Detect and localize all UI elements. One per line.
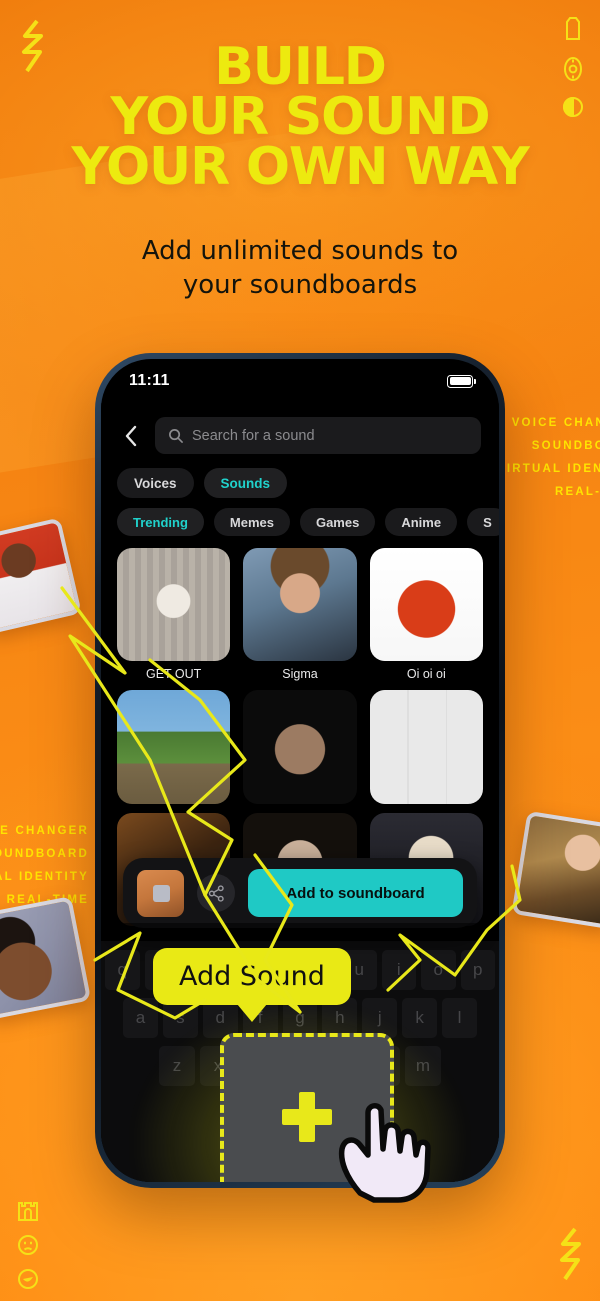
keyword: VOICE CHANGER	[0, 825, 89, 837]
lightning-bolt-icon	[556, 1226, 586, 1287]
sound-thumbnail	[117, 690, 231, 804]
sound-tile[interactable]	[117, 690, 231, 804]
search-placeholder: Search for a sound	[192, 427, 315, 444]
keyword: REAL-TIME	[555, 486, 600, 498]
headline: BUILD YOUR SOUND YOUR OWN WAY	[0, 37, 600, 197]
add-to-soundboard-button[interactable]: Add to soundboard	[248, 869, 463, 917]
search-row: Search for a sound	[101, 403, 499, 454]
status-bar: 11:11	[101, 359, 499, 403]
bottom-left-icon-stack	[16, 1196, 40, 1290]
back-chevron-icon[interactable]	[117, 423, 143, 449]
sound-thumbnail	[369, 690, 483, 804]
keyword: SOUNDBOARD	[531, 440, 600, 452]
photo-art	[0, 900, 87, 1016]
add-to-soundboard-bar: Add to soundboard	[123, 858, 477, 928]
keyword: VOICE CHANGER	[511, 417, 600, 429]
tab-more[interactable]: S	[467, 508, 499, 536]
sound-tile[interactable]: GET OUT	[117, 548, 231, 682]
headline-line-1: BUILD	[214, 37, 387, 97]
sound-tile[interactable]: Sigma	[243, 548, 357, 682]
battery-tag-icon	[566, 17, 580, 40]
sound-tile-label: GET OUT	[145, 667, 202, 682]
sound-thumbnail	[243, 548, 357, 662]
sound-thumbnail	[243, 690, 357, 804]
keyword: SOUNDBOARD	[0, 848, 89, 860]
keyword: VIRTUAL IDENTITY	[497, 463, 600, 475]
sound-tile[interactable]	[243, 690, 357, 804]
tab-anime[interactable]: Anime	[385, 508, 458, 536]
tab-voices[interactable]: Voices	[117, 468, 194, 498]
floating-meme-photo	[511, 810, 600, 930]
share-icon[interactable]	[197, 874, 235, 912]
plus-icon	[280, 1090, 334, 1144]
subheadline-line-1: Add unlimited sounds to	[141, 236, 459, 266]
side-keywords-right: VOICE CHANGER SOUNDBOARD VIRTUAL IDENTIT…	[497, 412, 600, 504]
sound-tile[interactable]	[369, 690, 483, 804]
tab-memes[interactable]: Memes	[213, 508, 290, 536]
search-input[interactable]: Search for a sound	[155, 417, 481, 454]
app-content: Search for a sound Voices Sounds Trendin…	[101, 403, 499, 1182]
tooltip-add-sound: Add Sound	[153, 948, 351, 1005]
photo-art	[516, 815, 600, 925]
tab-games[interactable]: Games	[299, 508, 376, 536]
category-tab-row: Trending Memes Games Anime S	[101, 498, 499, 536]
sound-thumbnail	[369, 548, 483, 662]
pointing-hand-cursor	[330, 1097, 438, 1208]
battery-full-icon	[447, 374, 476, 388]
sound-thumbnail	[117, 548, 231, 662]
sad-face-icon	[18, 1235, 38, 1255]
tab-trending[interactable]: Trending	[117, 508, 204, 536]
castle-icon	[18, 1202, 38, 1221]
status-clock: 11:11	[129, 372, 170, 389]
headline-line-2: YOUR SOUND	[110, 86, 491, 147]
subheadline-line-2: your soundboards	[182, 270, 418, 301]
subheadline: Add unlimited sounds to your soundboards	[0, 234, 600, 303]
phone-screen: 11:11 Search for a sound Voices Sounds T…	[101, 359, 499, 1182]
sound-tile[interactable]: Oi oi oi	[369, 548, 483, 682]
selected-sound-thumbnail	[137, 869, 184, 917]
type-tab-row: Voices Sounds	[101, 454, 499, 498]
side-keywords-left: VOICE CHANGER SOUNDBOARD VIRTUAL IDENTIT…	[0, 820, 89, 912]
sound-tile-label: Sigma	[282, 667, 318, 682]
keyword: VIRTUAL IDENTITY	[0, 871, 89, 883]
smiley-face-icon	[18, 1269, 38, 1289]
sound-tile-label: Oi oi oi	[406, 667, 446, 682]
headline-line-3: YOUR OWN WAY	[71, 136, 529, 197]
phone-mockup: 11:11 Search for a sound Voices Sounds T…	[95, 353, 505, 1188]
search-icon	[169, 429, 183, 443]
tab-sounds[interactable]: Sounds	[203, 468, 288, 498]
